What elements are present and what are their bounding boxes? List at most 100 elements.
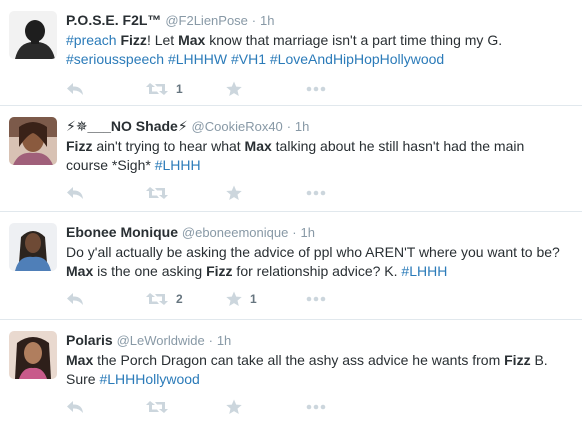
tweet-text-segment: is the one asking <box>93 263 207 279</box>
reply-button[interactable] <box>66 184 84 202</box>
more-dots-icon <box>306 404 326 410</box>
reply-icon <box>67 187 83 199</box>
tweet-text: Fizz ain't trying to hear what Max talki… <box>66 137 574 175</box>
highlighted-keyword: Fizz <box>120 32 147 48</box>
favorite-count: 1 <box>250 292 257 306</box>
reply-button[interactable] <box>66 80 84 98</box>
tweet-text: Do y'all actually be asking the advice o… <box>66 243 574 281</box>
tweet-text-segment: for relationship advice? K. <box>232 263 402 279</box>
timestamp[interactable]: 1h <box>260 13 274 28</box>
more-button[interactable] <box>306 80 326 98</box>
user-handle[interactable]: @CookieRox40 <box>192 119 283 134</box>
display-name[interactable]: ⚡✵___NO Shade⚡ <box>66 118 188 134</box>
star-icon <box>226 291 242 306</box>
highlighted-keyword: Max <box>244 138 272 154</box>
tweet-item[interactable]: P.O.S.E. F2L™ @F2LienPose · 1h #preach F… <box>0 0 582 106</box>
tweet-text-segment: know that marriage isn't a part time thi… <box>205 32 503 48</box>
tweet-item[interactable]: Polaris @LeWorldwide · 1h Max the Porch … <box>0 320 582 429</box>
timestamp[interactable]: 1h <box>217 333 231 348</box>
tweet-header: P.O.S.E. F2L™ @F2LienPose · 1h <box>66 11 574 30</box>
user-avatar[interactable] <box>9 117 57 165</box>
display-name[interactable]: Ebonee Monique <box>66 224 178 240</box>
user-handle[interactable]: @eboneemonique <box>182 225 288 240</box>
tweet-text-segment: Do y'all actually be asking the advice o… <box>66 244 560 260</box>
tweet-text-segment: course *Sigh* <box>66 157 155 173</box>
star-icon <box>226 185 242 200</box>
hashtag-link[interactable]: #VH1 <box>231 51 266 67</box>
tweet-actions <box>66 398 366 416</box>
reply-button[interactable] <box>66 398 84 416</box>
user-avatar[interactable] <box>9 331 57 379</box>
user-avatar[interactable] <box>9 223 57 271</box>
hashtag-link[interactable]: #preach <box>66 32 117 48</box>
reply-button[interactable] <box>66 290 84 308</box>
display-name[interactable]: Polaris <box>66 332 113 348</box>
tweet-text-segment: Sure <box>66 371 100 387</box>
separator-dot: · <box>286 119 292 134</box>
user-handle[interactable]: @LeWorldwide <box>117 333 205 348</box>
display-name[interactable]: P.O.S.E. F2L™ <box>66 12 161 28</box>
tweet-timeline: P.O.S.E. F2L™ @F2LienPose · 1h #preach F… <box>0 0 582 429</box>
more-dots-icon <box>306 296 326 302</box>
hashtag-link[interactable]: #LHHHollywood <box>99 371 199 387</box>
separator-dot: · <box>208 333 213 348</box>
reply-icon <box>67 293 83 305</box>
tweet-text: Max the Porch Dragon can take all the as… <box>66 351 574 389</box>
more-dots-icon <box>306 86 326 92</box>
tweet-text-segment: ! Let <box>146 32 179 48</box>
retweet-icon <box>146 187 168 199</box>
more-button[interactable] <box>306 398 326 416</box>
tweet-content: Ebonee Monique @eboneemonique · 1h Do y'… <box>66 223 574 281</box>
tweet-text: #preach Fizz! Let Max know that marriage… <box>66 31 574 69</box>
tweet-actions: 1 <box>66 80 366 98</box>
reply-icon <box>67 401 83 413</box>
highlighted-keyword: Fizz <box>504 352 531 368</box>
more-button[interactable] <box>306 184 326 202</box>
tweet-actions: 2 1 <box>66 290 366 308</box>
retweet-button[interactable]: 2 <box>146 290 183 308</box>
highlighted-keyword: Max <box>178 32 206 48</box>
tweet-text-segment: ain't trying to hear what <box>92 138 245 154</box>
retweet-icon <box>146 83 168 95</box>
timestamp[interactable]: 1h <box>300 225 314 240</box>
hashtag-link[interactable]: #seriousspeech <box>66 51 164 67</box>
retweet-button[interactable] <box>146 184 176 202</box>
favorite-button[interactable]: 1 <box>226 290 257 308</box>
retweet-icon <box>146 401 168 413</box>
more-button[interactable] <box>306 290 326 308</box>
user-avatar-icon <box>9 11 57 59</box>
highlighted-keyword: Max <box>66 352 94 368</box>
retweet-button[interactable] <box>146 398 176 416</box>
tweet-text-segment: talking about he still hasn't had the ma… <box>271 138 525 154</box>
tweet-text-segment: the Porch Dragon can take all the ashy a… <box>93 352 505 368</box>
user-avatar-icon <box>9 223 57 271</box>
highlighted-keyword: Fizz <box>66 138 93 154</box>
favorite-button[interactable] <box>226 184 250 202</box>
tweet-text-segment: B. <box>530 352 548 368</box>
user-avatar[interactable] <box>9 11 57 59</box>
user-handle[interactable]: @F2LienPose <box>165 13 248 28</box>
tweet-item[interactable]: ⚡✵___NO Shade⚡ @CookieRox40 · 1h Fizz ai… <box>0 106 582 212</box>
tweet-header: Polaris @LeWorldwide · 1h <box>66 331 574 350</box>
more-dots-icon <box>306 190 326 196</box>
favorite-button[interactable] <box>226 398 250 416</box>
hashtag-link[interactable]: #LHHHW <box>168 51 227 67</box>
favorite-button[interactable] <box>226 80 250 98</box>
tweet-actions <box>66 184 366 202</box>
tweet-item[interactable]: Ebonee Monique @eboneemonique · 1h Do y'… <box>0 212 582 320</box>
tweet-content: P.O.S.E. F2L™ @F2LienPose · 1h #preach F… <box>66 11 574 69</box>
hashtag-link[interactable]: #LHHH <box>401 263 447 279</box>
separator-dot: · <box>251 13 257 28</box>
star-icon <box>226 399 242 414</box>
hashtag-link[interactable]: #LHHH <box>155 157 201 173</box>
highlighted-keyword: Fizz <box>206 263 233 279</box>
retweet-icon <box>146 293 168 305</box>
timestamp[interactable]: 1h <box>295 119 309 134</box>
highlighted-keyword: Max <box>66 263 94 279</box>
user-avatar-icon <box>9 117 57 165</box>
retweet-count: 2 <box>176 292 183 306</box>
user-avatar-icon <box>9 331 57 379</box>
retweet-button[interactable]: 1 <box>146 80 183 98</box>
hashtag-link[interactable]: #LoveAndHipHopHollywood <box>270 51 444 67</box>
tweet-content: ⚡✵___NO Shade⚡ @CookieRox40 · 1h Fizz ai… <box>66 117 574 175</box>
